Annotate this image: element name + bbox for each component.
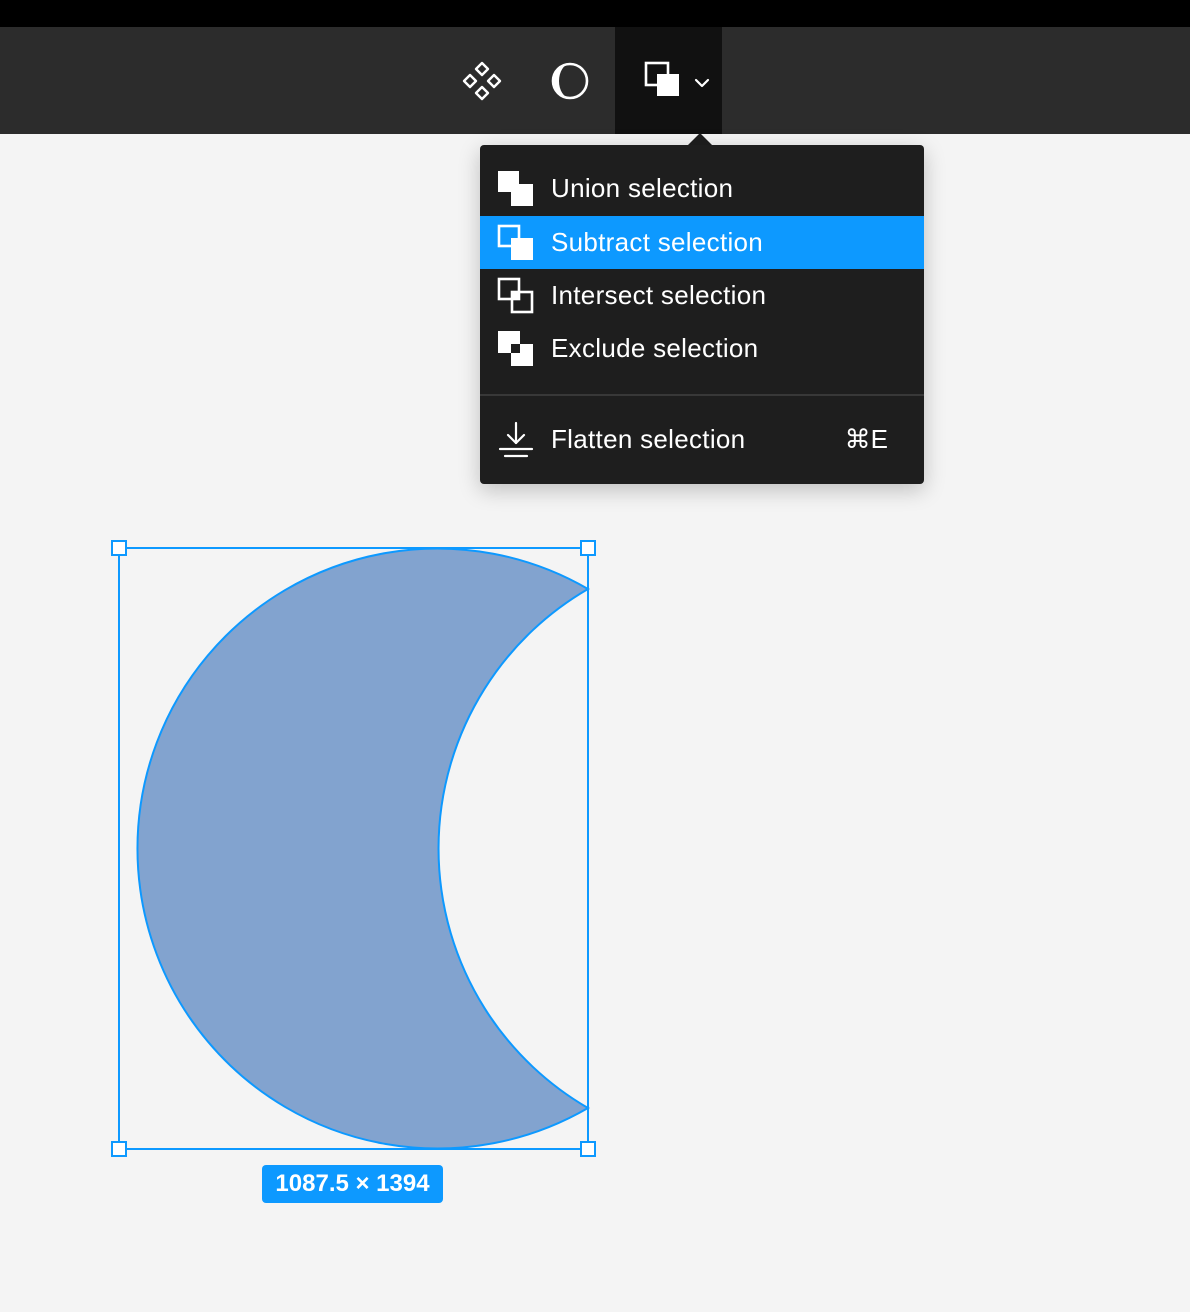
menu-item-label: Intersect selection (551, 280, 767, 310)
menu-caret (688, 133, 712, 145)
components-icon (460, 59, 504, 103)
menu-item-label: Flatten selection (551, 424, 746, 454)
menu-item-flatten-selection[interactable]: Flatten selection ⌘E (480, 413, 924, 466)
union-icon (497, 170, 535, 208)
menu-item-label: Union selection (551, 173, 734, 203)
menu-item-label: Subtract selection (551, 227, 764, 257)
menu-item-exclude-selection[interactable]: Exclude selection (480, 322, 924, 375)
keyboard-shortcut: ⌘E (844, 424, 888, 454)
flatten-icon (497, 421, 535, 459)
intersect-icon (497, 277, 535, 315)
resize-handle-bottom-right[interactable] (580, 1141, 596, 1157)
menu-item-union-selection[interactable]: Union selection (480, 162, 924, 215)
toolbar (0, 27, 1190, 134)
boolean-operations-menu: Union selection Subtract selection Inter… (480, 145, 924, 484)
resize-handle-top-left[interactable] (111, 540, 127, 556)
mask-tool-button[interactable] (538, 27, 602, 134)
resize-handle-top-right[interactable] (580, 540, 596, 556)
window-top-strip (0, 0, 1190, 27)
boolean-operations-icon (644, 61, 682, 99)
app-window: 1087.5 × 1394 Union selection Subtract s… (0, 0, 1190, 1312)
menu-item-label: Exclude selection (551, 333, 759, 363)
exclude-icon (497, 330, 535, 368)
selection-size-badge: 1087.5 × 1394 (262, 1165, 443, 1203)
subtract-icon (497, 224, 535, 262)
components-tool-button[interactable] (450, 27, 514, 134)
menu-divider (480, 394, 924, 396)
menu-item-intersect-selection[interactable]: Intersect selection (480, 269, 924, 322)
chevron-down-icon (694, 77, 710, 89)
boolean-operations-button[interactable] (615, 27, 722, 134)
menu-item-subtract-selection[interactable]: Subtract selection (480, 216, 924, 269)
mask-icon (550, 61, 590, 101)
resize-handle-bottom-left[interactable] (111, 1141, 127, 1157)
moon-shape[interactable] (136, 547, 590, 1150)
